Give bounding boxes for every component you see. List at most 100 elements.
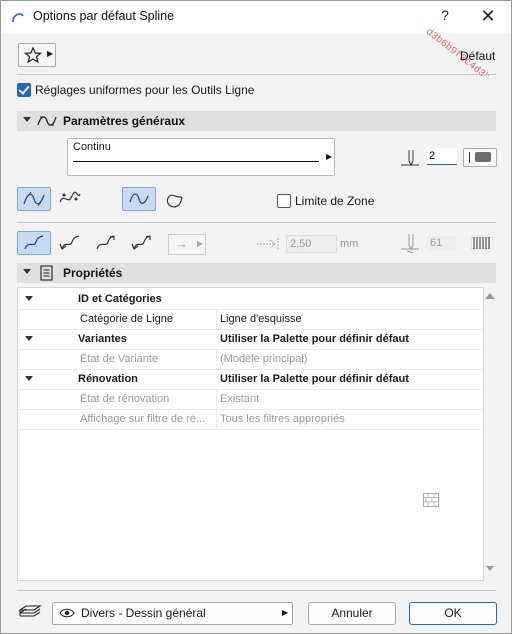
spline-bezier-button[interactable]: [53, 187, 87, 211]
window-title: Options par défaut Spline: [33, 9, 175, 23]
collapse-triangle-icon: [25, 336, 33, 341]
cancel-button[interactable]: Annuler: [308, 602, 396, 625]
section-general-title: Paramètres généraux: [63, 114, 186, 128]
zone-limit-check-icon[interactable]: [277, 193, 291, 208]
arrow-end-icon: [96, 235, 115, 250]
property-group-name: Variantes: [78, 333, 127, 345]
line-type-selector[interactable]: Continu ▶: [67, 138, 335, 176]
property-row[interactable]: Catégorie de Ligne Ligne d'esquisse: [18, 309, 483, 330]
uniform-settings-label: Réglages uniformes pour les Outils Ligne: [35, 82, 255, 97]
arrow-both-button[interactable]: [125, 231, 159, 255]
scroll-up-icon[interactable]: [485, 293, 495, 299]
property-row: Affichage sur filtre de ré... Tous les f…: [18, 409, 483, 430]
section-properties-title: Propriétés: [63, 266, 123, 280]
star-icon: [24, 47, 42, 63]
layer-dropdown-icon: ▶: [282, 608, 289, 617]
property-group-value: Utiliser la Palette pour définir défaut: [220, 333, 409, 345]
property-row: État de rénovation Existant: [18, 389, 483, 507]
hatch-pattern-icon[interactable]: [471, 237, 493, 249]
spline-natural-icon: [23, 191, 45, 207]
spline-app-icon: [12, 13, 24, 23]
arrow-length-field[interactable]: 2,50: [286, 235, 337, 253]
layer-selector[interactable]: Divers - Dessin général ▶: [52, 602, 293, 625]
layers-icon: [18, 605, 42, 617]
arrow-start-button[interactable]: [53, 231, 87, 255]
collapse-triangle-icon: [25, 376, 33, 381]
pen-number-input[interactable]: [427, 148, 457, 165]
section-properties-header[interactable]: Propriétés: [17, 263, 496, 283]
arrow-type-dropdown-icon: ▶: [197, 239, 204, 248]
zone-limit-checkbox[interactable]: Limite de Zone: [277, 193, 374, 208]
arrow-start-icon: [59, 235, 80, 250]
help-button[interactable]: ?: [437, 7, 453, 25]
column-divider: [216, 409, 217, 429]
column-divider: [216, 309, 217, 329]
favorites-button[interactable]: ▶: [18, 43, 56, 67]
title-bar: Options par défaut Spline ? ✕: [1, 1, 511, 33]
property-group-row[interactable]: Rénovation Utiliser la Palette pour défi…: [18, 369, 483, 390]
property-name: État de rénovation: [80, 393, 170, 405]
arrow-length-unit: mm: [340, 238, 359, 250]
property-value: Existant: [220, 393, 260, 405]
pen-color-button[interactable]: [463, 148, 497, 167]
property-group-name: Rénovation: [78, 373, 138, 385]
property-value[interactable]: Ligne d'esquisse: [220, 313, 302, 325]
spline-closed-button[interactable]: [158, 187, 192, 211]
property-name: Catégorie de Ligne: [80, 313, 173, 325]
layer-name: Divers - Dessin général: [81, 606, 206, 620]
arrow-end-button[interactable]: [89, 231, 123, 255]
property-value: Tous les filtres appropriés: [220, 413, 345, 425]
zone-limit-label: Limite de Zone: [295, 193, 375, 208]
pen-icon: [401, 150, 419, 167]
arrow-length-icon: [257, 238, 279, 250]
spline-natural-button[interactable]: [17, 187, 51, 211]
spline-closed-icon: [166, 194, 183, 208]
pen-color-swatch: [475, 152, 491, 162]
close-button[interactable]: ✕: [480, 6, 496, 26]
favorites-arrow-icon: ▶: [47, 49, 54, 58]
property-group-value: Utiliser la Palette pour définir défaut: [220, 373, 409, 385]
property-group-row[interactable]: Variantes Utiliser la Palette pour défin…: [18, 329, 483, 350]
spline-bezier-icon: [59, 191, 81, 203]
property-row: État de Variante (Modèle principal): [18, 349, 483, 370]
section-general-header[interactable]: Paramètres généraux: [17, 111, 496, 131]
pen-weight-bar: [469, 152, 470, 163]
spline-open-icon: [129, 193, 149, 204]
property-group-row[interactable]: ID et Catégories: [18, 289, 483, 310]
collapse-triangle-icon: [23, 117, 31, 122]
arrow-type-icon: →: [175, 236, 188, 251]
arrow-type-selector[interactable]: → ▶: [168, 234, 206, 255]
arrow-pen-icon: [401, 234, 419, 254]
divider: [17, 74, 496, 75]
ok-button[interactable]: OK: [409, 602, 497, 625]
eye-icon: [59, 608, 75, 618]
collapse-triangle-icon: [25, 296, 33, 301]
collapse-triangle-icon: [23, 269, 31, 274]
line-type-arrow-icon: ▶: [326, 152, 333, 161]
column-divider: [216, 349, 217, 369]
arrow-none-icon: [24, 235, 44, 250]
properties-scrollbar[interactable]: [482, 287, 496, 579]
arrow-pen-field[interactable]: 61: [427, 236, 456, 251]
divider: [17, 222, 496, 223]
uniform-settings-checkbox[interactable]: Réglages uniformes pour les Outils Ligne: [17, 82, 254, 98]
document-properties-icon: [40, 265, 53, 281]
uniform-settings-check-icon[interactable]: [17, 82, 31, 97]
column-divider: [216, 389, 217, 409]
spline-settings-icon: [37, 116, 57, 126]
scroll-down-icon[interactable]: [486, 566, 494, 571]
property-name: État de Variante: [80, 353, 159, 365]
arrow-both-icon: [131, 235, 151, 250]
dialog-window: Options par défaut Spline ? ✕ d3b6b9f3c4…: [0, 0, 512, 634]
property-group-name: ID et Catégories: [78, 293, 162, 305]
properties-table: ID et Catégories Catégorie de Ligne Lign…: [17, 287, 484, 581]
default-label: Défaut: [460, 49, 496, 63]
property-name: Affichage sur filtre de ré...: [80, 413, 206, 425]
arrow-none-button[interactable]: [17, 231, 51, 255]
line-type-name: Continu: [73, 141, 111, 153]
line-type-preview: [73, 161, 319, 162]
divider: [17, 590, 496, 591]
property-value: (Modèle principal): [220, 353, 308, 365]
brick-wall-icon: [423, 493, 439, 507]
spline-open-button[interactable]: [122, 187, 156, 211]
